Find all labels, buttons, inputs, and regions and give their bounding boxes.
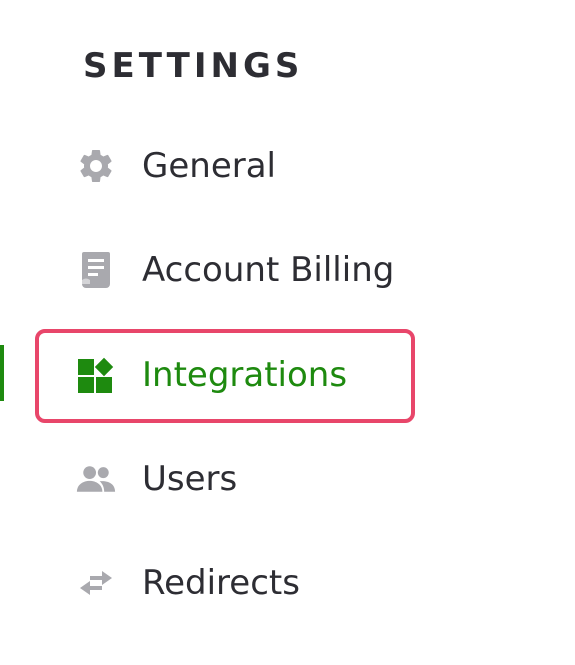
gear-icon xyxy=(76,148,116,184)
sidebar-item-label: Users xyxy=(142,459,238,499)
receipt-icon xyxy=(76,252,116,288)
sidebar-item-label: General xyxy=(142,146,276,186)
users-icon xyxy=(76,461,116,497)
settings-heading: SETTINGS xyxy=(83,46,304,86)
sidebar-item-general[interactable]: General xyxy=(0,136,470,196)
settings-sidebar: SETTINGS General Account Billing Integra… xyxy=(0,0,575,665)
sidebar-item-redirects[interactable]: Redirects xyxy=(0,553,470,613)
sidebar-item-integrations[interactable]: Integrations xyxy=(0,345,470,405)
redirect-arrows-icon xyxy=(76,565,116,601)
sidebar-item-account-billing[interactable]: Account Billing xyxy=(0,240,470,300)
sidebar-item-label: Integrations xyxy=(142,355,348,395)
sidebar-item-label: Redirects xyxy=(142,563,300,603)
sidebar-item-label: Account Billing xyxy=(142,250,395,290)
integrations-icon xyxy=(76,357,116,393)
sidebar-item-users[interactable]: Users xyxy=(0,449,470,509)
